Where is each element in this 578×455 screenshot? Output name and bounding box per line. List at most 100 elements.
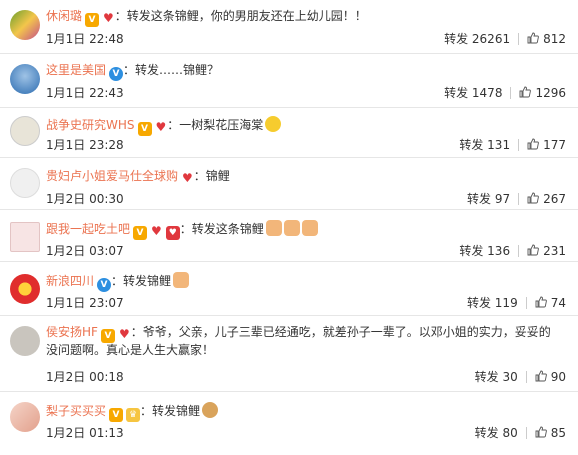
comment-text: ：爷爷，父亲，儿子三辈已经通吃，就差孙子一辈了。以邓小姐的实力，妥妥的 bbox=[130, 325, 551, 339]
username[interactable]: 战争史研究WHS bbox=[46, 118, 135, 132]
comment-line: 战争史研究WHS V ♥：一树梨花压海棠 bbox=[46, 116, 568, 136]
comment-text: ：转发这条锦鲤 bbox=[179, 222, 264, 236]
pray-emoji-icon bbox=[283, 220, 300, 236]
stats: 转发 80 85 bbox=[475, 424, 566, 441]
heart-badge-icon: ♥ bbox=[151, 224, 162, 238]
stats: 转发 26261 812 bbox=[444, 30, 566, 47]
heart-badge-icon: ♥ bbox=[182, 171, 193, 185]
timestamp: 1月2日 00:30 bbox=[46, 192, 124, 206]
red-badge-icon: ♥ bbox=[165, 226, 180, 240]
thumb-up-icon[interactable] bbox=[527, 32, 539, 44]
username[interactable]: 梨子买买买 bbox=[46, 404, 106, 418]
timestamp: 1月1日 22:48 bbox=[46, 32, 124, 46]
repost-count[interactable]: 转发 136 bbox=[459, 244, 510, 258]
avatar[interactable] bbox=[10, 10, 40, 40]
stats: 转发 136 231 bbox=[459, 242, 566, 259]
like-count: 177 bbox=[543, 138, 566, 152]
username[interactable]: 跟我一起吃土吧 bbox=[46, 222, 130, 236]
username[interactable]: 贵妇卢小姐爱马仕全球购 bbox=[46, 169, 178, 183]
v-badge-icon: V bbox=[109, 67, 124, 81]
avatar[interactable] bbox=[10, 64, 40, 94]
like-count: 85 bbox=[550, 426, 566, 440]
username[interactable]: 休闲璐 bbox=[46, 9, 82, 23]
comment-text: ：锦鲤 bbox=[193, 169, 230, 183]
thumb-up-icon[interactable] bbox=[527, 244, 539, 256]
comment-item: 战争史研究WHS V ♥：一树梨花压海棠 1月1日 23:28 转发 131 177 bbox=[0, 108, 578, 158]
avatar[interactable] bbox=[10, 326, 40, 356]
thumb-up-icon[interactable] bbox=[527, 192, 539, 204]
heart-badge-icon: ♥ bbox=[103, 11, 114, 25]
thumb-up-icon[interactable] bbox=[535, 296, 547, 308]
divider bbox=[518, 33, 520, 45]
divider bbox=[525, 371, 527, 383]
heart-badge-icon: ♥ bbox=[118, 327, 130, 341]
timestamp: 1月2日 00:18 bbox=[46, 370, 124, 384]
stats: 转发 131 177 bbox=[459, 136, 566, 153]
comment-line: 这里是美国 V ：转发……锦鲤？ bbox=[46, 62, 568, 81]
like-count: 812 bbox=[543, 32, 566, 46]
comment-line: 跟我一起吃土吧 V ♥ ♥ ：转发这条锦鲤 bbox=[46, 220, 568, 240]
divider bbox=[510, 87, 512, 99]
timestamp: 1月1日 23:28 bbox=[46, 138, 124, 152]
timestamp: 1月1日 23:07 bbox=[46, 296, 124, 310]
like-count: 74 bbox=[550, 296, 566, 310]
comment-item: 梨子买买买 V ♛ ：转发锦鲤 1月2日 01:13 转发 80 85 bbox=[0, 392, 578, 455]
comment-feed: 休闲璐 V ♥：转发这条锦鲤，你的男朋友还在上幼儿园！！ 1月1日 22:48 转发… bbox=[0, 0, 578, 455]
stats: 转发 97 267 bbox=[467, 190, 566, 207]
doge-emoji-icon bbox=[202, 402, 219, 418]
username[interactable]: 侯安扬HF bbox=[46, 325, 98, 339]
comment-text: ：一树梨花压海棠 bbox=[167, 118, 264, 132]
v-badge-icon: V bbox=[133, 226, 148, 240]
crown-badge-icon: ♛ bbox=[126, 408, 141, 422]
comment-line: 休闲璐 V ♥：转发这条锦鲤，你的男朋友还在上幼儿园！！ bbox=[46, 8, 568, 27]
pray-emoji-icon bbox=[265, 220, 282, 236]
avatar[interactable] bbox=[10, 274, 40, 304]
comment-item: 跟我一起吃土吧 V ♥ ♥ ：转发这条锦鲤 1月2日 03:07 转发 136 231 bbox=[0, 210, 578, 262]
comment-line: 新浪四川 V ：转发锦鲤 bbox=[46, 272, 568, 292]
stats: 转发 1478 1296 bbox=[444, 84, 566, 101]
comment-text: ：转发锦鲤 bbox=[140, 404, 201, 418]
divider bbox=[518, 139, 520, 151]
repost-count[interactable]: 转发 131 bbox=[459, 138, 510, 152]
comment-item: 休闲璐 V ♥：转发这条锦鲤，你的男朋友还在上幼儿园！！ 1月1日 22:48 转发… bbox=[0, 0, 578, 54]
timestamp: 1月1日 22:43 bbox=[46, 86, 124, 100]
repost-count[interactable]: 转发 80 bbox=[475, 426, 518, 440]
comment-line: 侯安扬HF V ♥：爷爷，父亲，儿子三辈已经通吃，就差孙子一辈了。以邓小姐的实力，妥… bbox=[46, 324, 568, 343]
username[interactable]: 新浪四川 bbox=[46, 274, 94, 288]
comment-line: 贵妇卢小姐爱马仕全球购 ♥：锦鲤 bbox=[46, 168, 568, 185]
comment-text: ：转发锦鲤 bbox=[111, 274, 172, 288]
repost-count[interactable]: 转发 97 bbox=[467, 192, 510, 206]
divider bbox=[518, 193, 520, 205]
comment-line: 梨子买买买 V ♛ ：转发锦鲤 bbox=[46, 402, 568, 422]
thumb-up-icon[interactable] bbox=[519, 86, 532, 98]
v-badge-icon: V bbox=[100, 329, 115, 343]
username[interactable]: 这里是美国 bbox=[46, 63, 106, 77]
repost-count[interactable]: 转发 26261 bbox=[444, 32, 510, 46]
v-badge-icon: V bbox=[137, 122, 152, 136]
comment-item: 这里是美国 V ：转发……锦鲤？ 1月1日 22:43 转发 1478 1296 bbox=[0, 54, 578, 108]
thumb-up-icon[interactable] bbox=[535, 426, 547, 438]
divider bbox=[525, 427, 527, 439]
like-count: 1296 bbox=[535, 86, 566, 100]
comment-text: ：转发这条锦鲤，你的男朋友还在上幼儿园！！ bbox=[114, 9, 367, 23]
repost-count[interactable]: 转发 30 bbox=[475, 370, 518, 384]
avatar[interactable] bbox=[10, 116, 40, 146]
pray-emoji-icon bbox=[301, 220, 318, 236]
avatar[interactable] bbox=[10, 222, 40, 252]
avatar[interactable] bbox=[10, 402, 40, 432]
divider bbox=[518, 245, 520, 257]
repost-count[interactable]: 转发 1478 bbox=[444, 86, 502, 100]
comment-text: ：转发……锦鲤？ bbox=[123, 63, 220, 77]
v-badge-icon: V bbox=[97, 278, 112, 292]
thumb-up-icon[interactable] bbox=[527, 138, 539, 150]
comment-item: 侯安扬HF V ♥：爷爷，父亲，儿子三辈已经通吃，就差孙子一辈了。以邓小姐的实力，妥… bbox=[0, 316, 578, 392]
heart-badge-icon: ♥ bbox=[155, 120, 167, 134]
repost-count[interactable]: 转发 119 bbox=[467, 296, 518, 310]
avatar[interactable] bbox=[10, 168, 40, 198]
pray-emoji-icon bbox=[173, 272, 190, 288]
thumb-up-icon[interactable] bbox=[535, 370, 547, 382]
stats: 转发 30 90 bbox=[475, 368, 566, 385]
like-count: 231 bbox=[543, 244, 566, 258]
v-badge-icon: V bbox=[85, 13, 100, 27]
like-count: 90 bbox=[550, 370, 566, 384]
